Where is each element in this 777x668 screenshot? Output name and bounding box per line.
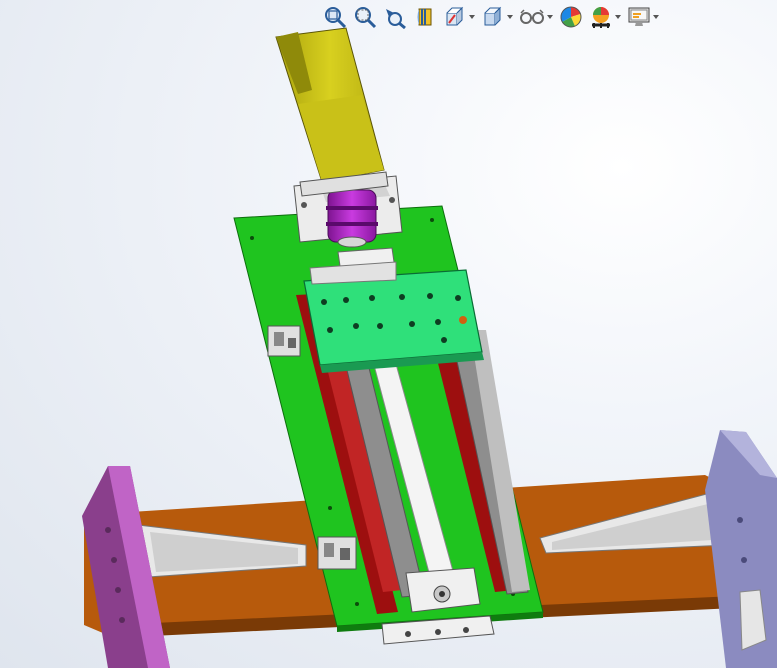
- indicator-dot: [459, 316, 467, 324]
- sensor-bracket-upper[interactable]: [267, 325, 301, 357]
- motor[interactable]: [275, 27, 389, 197]
- graphics-area[interactable]: graphics-area: [0, 0, 777, 668]
- coupling[interactable]: [326, 189, 378, 248]
- sensor-bracket-lower[interactable]: [317, 536, 357, 570]
- carriage-plate[interactable]: [303, 269, 484, 373]
- right-end-bracket[interactable]: [705, 430, 777, 668]
- cad-model-assembly[interactable]: [0, 0, 777, 668]
